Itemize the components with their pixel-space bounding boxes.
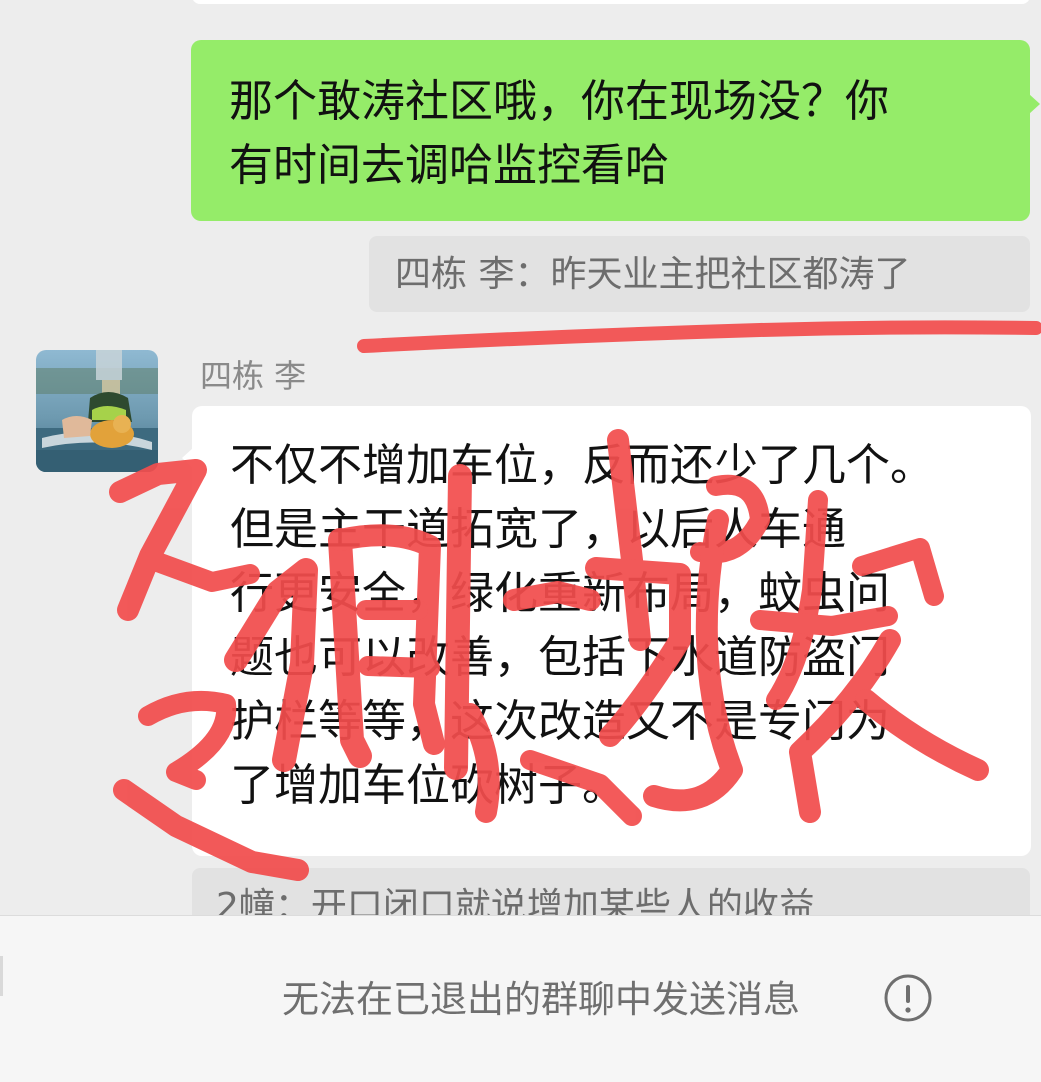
message-line: 行更安全，绿化重新布局，蚊虫问 [230, 568, 890, 619]
sent-message-bubble[interactable]: 那个敢涛社区哦，你在现场没？你 有时间去调哈监控看哈 [191, 40, 1040, 221]
message-line: 题也可以改善，包括下水道防盗门 [230, 632, 890, 683]
message-line: 但是主干道拓宽了，以后人车通 [230, 504, 846, 555]
quoted-message[interactable]: 四栋 李：昨天业主把社区都涛了 [369, 236, 1030, 312]
divider [0, 956, 3, 996]
chat-screen: 那个敢涛社区哦，你在现场没？你 有时间去调哈监控看哈 四栋 李：昨天业主把社区都… [0, 0, 1041, 1082]
message-line: 护栏等等，这次改造又不是专门为 [230, 696, 890, 747]
message-line: 不仅不增加车位，反而还少了几个。 [230, 440, 934, 491]
message-list[interactable]: 那个敢涛社区哦，你在现场没？你 有时间去调哈监控看哈 四栋 李：昨天业主把社区都… [0, 0, 1041, 915]
exited-group-notice: 无法在已退出的群聊中发送消息 [282, 978, 800, 1021]
sender-name: 四栋 李 [200, 357, 307, 395]
message-line: 有时间去调哈监控看哈 [229, 140, 669, 191]
avatar-photo [36, 350, 158, 472]
message-line: 那个敢涛社区哦，你在现场没？你 [229, 76, 889, 127]
previous-message-fragment [192, 0, 1030, 4]
exclamation-circle-icon[interactable] [883, 973, 933, 1023]
input-bar: 无法在已退出的群聊中发送消息 [0, 915, 1041, 1082]
received-message-bubble[interactable]: 不仅不增加车位，反而还少了几个。 但是主干道拓宽了，以后人车通 行更安全，绿化重… [182, 406, 1031, 856]
quoted-message[interactable]: 2幢：开口闭口就说增加某些人的收益 [192, 868, 1030, 915]
message-line: 了增加车位砍树子。 [230, 760, 626, 811]
avatar[interactable] [36, 350, 158, 472]
